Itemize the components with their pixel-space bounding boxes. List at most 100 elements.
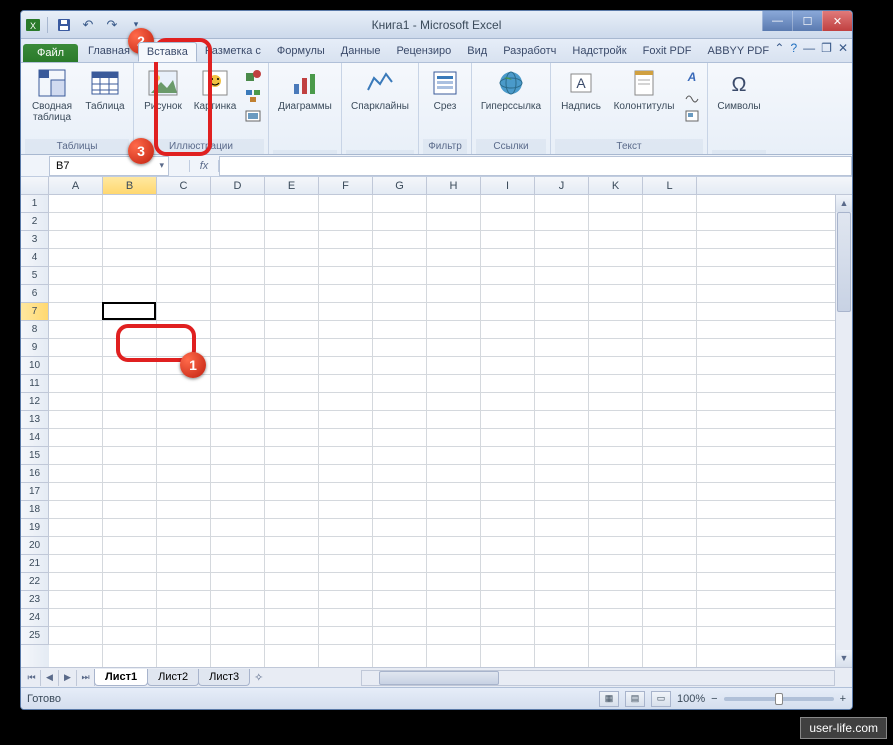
doc-restore-icon[interactable]: ❐ xyxy=(821,41,832,55)
pivot-table-button[interactable]: Сводная таблица xyxy=(25,65,79,125)
formula-input[interactable] xyxy=(219,156,852,176)
row-header[interactable]: 14 xyxy=(21,429,49,447)
row-header[interactable]: 18 xyxy=(21,501,49,519)
clipart-button[interactable]: Картинка xyxy=(190,65,240,114)
row-header[interactable]: 6 xyxy=(21,285,49,303)
row-header[interactable]: 25 xyxy=(21,627,49,645)
row-header[interactable]: 9 xyxy=(21,339,49,357)
doc-close-icon[interactable]: ✕ xyxy=(838,41,848,55)
redo-icon[interactable]: ↷ xyxy=(102,15,122,35)
charts-button[interactable]: Диаграммы xyxy=(273,65,337,114)
column-header[interactable]: J xyxy=(535,177,589,194)
sheet-prev-icon[interactable]: ◀ xyxy=(41,670,59,686)
column-header[interactable]: D xyxy=(211,177,265,194)
sheet-next-icon[interactable]: ▶ xyxy=(59,670,77,686)
ribbon-tab-0[interactable]: Главная xyxy=(80,42,138,62)
ribbon-tab-7[interactable]: Разработч xyxy=(495,42,564,62)
signature-icon[interactable] xyxy=(683,87,701,105)
headerfooter-button[interactable]: Колонтитулы xyxy=(609,65,679,114)
minimize-ribbon-icon[interactable]: ⌃ xyxy=(774,41,784,55)
row-header[interactable]: 23 xyxy=(21,591,49,609)
hyperlink-button[interactable]: Гиперссылка xyxy=(476,65,546,114)
ribbon-tab-4[interactable]: Данные xyxy=(333,42,389,62)
name-box[interactable]: B7 xyxy=(49,156,169,176)
column-header[interactable]: I xyxy=(481,177,535,194)
worksheet-grid[interactable]: ABCDEFGHIJKL 123456789101112131415161718… xyxy=(21,177,852,667)
wordart-icon[interactable]: A xyxy=(683,67,701,85)
column-header[interactable]: F xyxy=(319,177,373,194)
view-layout-icon[interactable]: ▤ xyxy=(625,691,645,707)
scroll-up-icon[interactable]: ▲ xyxy=(836,195,852,212)
row-header[interactable]: 3 xyxy=(21,231,49,249)
view-pagebreak-icon[interactable]: ▭ xyxy=(651,691,671,707)
zoom-out-icon[interactable]: − xyxy=(711,693,717,705)
view-normal-icon[interactable]: ▦ xyxy=(599,691,619,707)
sheet-first-icon[interactable]: ⏮ xyxy=(23,670,41,686)
row-header[interactable]: 22 xyxy=(21,573,49,591)
cells-area[interactable] xyxy=(49,195,852,667)
row-header[interactable]: 4 xyxy=(21,249,49,267)
row-header[interactable]: 1 xyxy=(21,195,49,213)
object-icon[interactable] xyxy=(683,107,701,125)
column-header[interactable]: H xyxy=(427,177,481,194)
ribbon-tab-10[interactable]: ABBYY PDF xyxy=(700,42,778,62)
maximize-button[interactable]: ☐ xyxy=(792,11,822,31)
sheet-tab[interactable]: Лист3 xyxy=(198,669,250,686)
help-icon[interactable]: ? xyxy=(790,41,797,55)
vertical-scrollbar[interactable]: ▲ ▼ xyxy=(835,195,852,667)
column-header[interactable]: E xyxy=(265,177,319,194)
row-header[interactable]: 11 xyxy=(21,375,49,393)
row-header[interactable]: 19 xyxy=(21,519,49,537)
save-icon[interactable] xyxy=(54,15,74,35)
fx-icon[interactable]: fx xyxy=(189,160,219,172)
doc-min-icon[interactable]: — xyxy=(803,41,815,55)
zoom-slider[interactable] xyxy=(724,697,834,701)
undo-icon[interactable]: ↶ xyxy=(78,15,98,35)
table-button[interactable]: Таблица xyxy=(81,65,129,114)
column-header[interactable]: K xyxy=(589,177,643,194)
sheet-tab[interactable]: Лист2 xyxy=(147,669,199,686)
active-cell[interactable] xyxy=(102,302,156,320)
row-header[interactable]: 20 xyxy=(21,537,49,555)
row-header[interactable]: 24 xyxy=(21,609,49,627)
sparklines-button[interactable]: Спарклайны xyxy=(346,65,414,114)
picture-button[interactable]: Рисунок xyxy=(138,65,188,114)
row-header[interactable]: 10 xyxy=(21,357,49,375)
row-header[interactable]: 7 xyxy=(21,303,49,321)
textbox-button[interactable]: A Надпись xyxy=(555,65,607,114)
row-header[interactable]: 5 xyxy=(21,267,49,285)
row-header[interactable]: 12 xyxy=(21,393,49,411)
qat-customize-icon[interactable]: ▾ xyxy=(126,15,146,35)
zoom-in-icon[interactable]: + xyxy=(840,693,846,705)
smartart-icon[interactable] xyxy=(244,87,262,105)
sheet-tab[interactable]: Лист1 xyxy=(94,669,148,686)
close-button[interactable]: ✕ xyxy=(822,11,852,31)
row-header[interactable]: 2 xyxy=(21,213,49,231)
select-all-corner[interactable] xyxy=(21,177,49,194)
slicer-button[interactable]: Срез xyxy=(423,65,467,114)
ribbon-tab-2[interactable]: Разметка с xyxy=(197,42,269,62)
file-tab[interactable]: Файл xyxy=(23,44,78,62)
horizontal-scrollbar[interactable] xyxy=(361,670,835,686)
row-header[interactable]: 13 xyxy=(21,411,49,429)
vscroll-thumb[interactable] xyxy=(837,212,851,312)
minimize-button[interactable]: — xyxy=(762,11,792,31)
ribbon-tab-3[interactable]: Формулы xyxy=(269,42,333,62)
sheet-last-icon[interactable]: ⏭ xyxy=(77,670,95,686)
column-header[interactable]: G xyxy=(373,177,427,194)
row-header[interactable]: 16 xyxy=(21,465,49,483)
column-header[interactable]: B xyxy=(103,177,157,194)
symbols-button[interactable]: Ω Символы xyxy=(712,65,766,114)
ribbon-tab-8[interactable]: Надстройк xyxy=(564,42,634,62)
hscroll-thumb[interactable] xyxy=(379,671,499,685)
column-header[interactable]: L xyxy=(643,177,697,194)
column-header[interactable]: A xyxy=(49,177,103,194)
new-sheet-icon[interactable]: ✧ xyxy=(254,671,272,684)
row-header[interactable]: 8 xyxy=(21,321,49,339)
row-header[interactable]: 21 xyxy=(21,555,49,573)
ribbon-tab-5[interactable]: Рецензиро xyxy=(389,42,460,62)
ribbon-tab-6[interactable]: Вид xyxy=(459,42,495,62)
shapes-icon[interactable] xyxy=(244,67,262,85)
scroll-down-icon[interactable]: ▼ xyxy=(836,650,852,667)
ribbon-tab-9[interactable]: Foxit PDF xyxy=(635,42,700,62)
